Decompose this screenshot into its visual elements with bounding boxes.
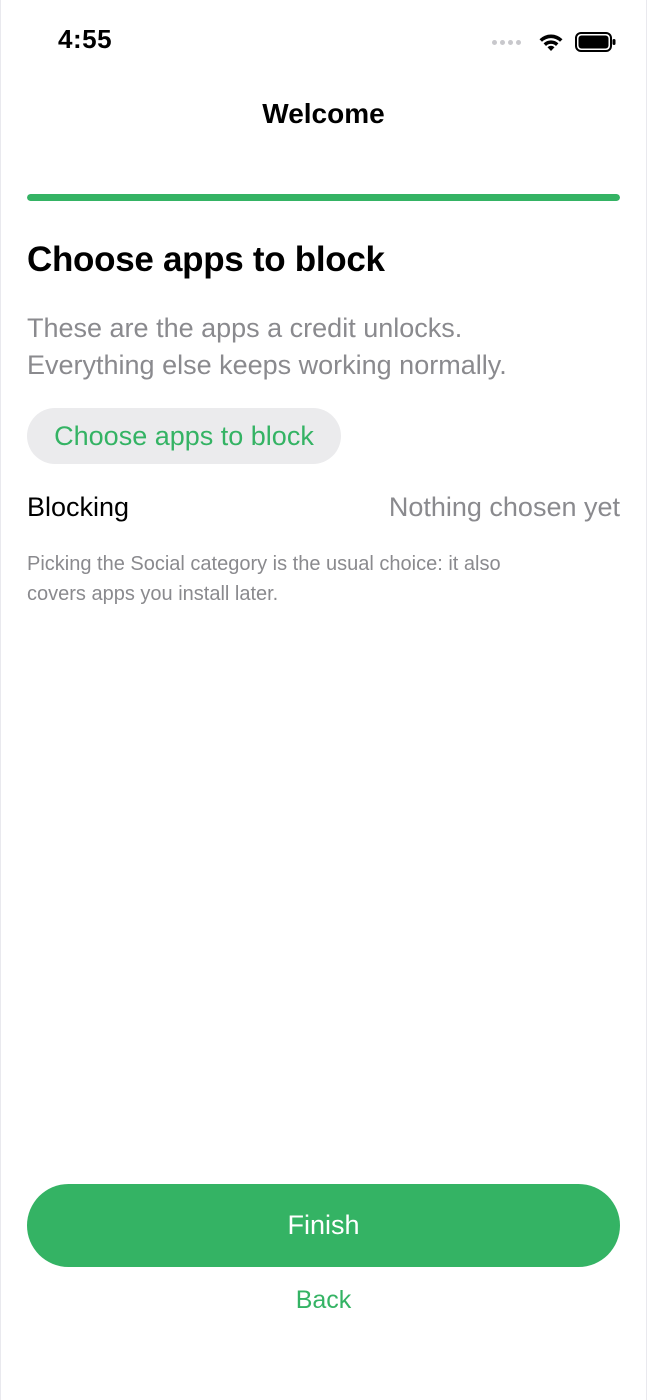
finish-button[interactable]: Finish bbox=[27, 1184, 620, 1267]
blocking-value: Nothing chosen yet bbox=[388, 492, 620, 522]
wifi-icon bbox=[539, 34, 563, 51]
progress-bar bbox=[27, 194, 620, 201]
choose-apps-button[interactable]: Choose apps to block bbox=[27, 408, 341, 464]
hint-line-1: Picking the Social category is the usual… bbox=[27, 553, 501, 575]
subtitle-line-2: Everything else keeps working normally. bbox=[27, 350, 507, 380]
hint-line-2: covers apps you install later. bbox=[27, 583, 279, 605]
page-heading: Choose apps to block bbox=[27, 240, 385, 279]
status-time: 4:55 bbox=[58, 24, 113, 54]
status-icons bbox=[492, 28, 617, 56]
progress-fill bbox=[27, 194, 620, 201]
subtitle-line-1: These are the apps a credit unlocks. bbox=[27, 313, 463, 343]
screen-edge-left bbox=[0, 0, 1, 1400]
signal-icon bbox=[492, 39, 521, 45]
status-bar: 4:55 bbox=[0, 0, 647, 82]
nav-title: Welcome bbox=[262, 98, 385, 129]
page-subtitle: These are the apps a credit unlocks. Eve… bbox=[27, 310, 627, 384]
battery-icon bbox=[575, 32, 616, 52]
back-button[interactable]: Back bbox=[0, 1286, 647, 1315]
blocking-label: Blocking bbox=[27, 492, 130, 522]
hint-text: Picking the Social category is the usual… bbox=[27, 549, 607, 609]
